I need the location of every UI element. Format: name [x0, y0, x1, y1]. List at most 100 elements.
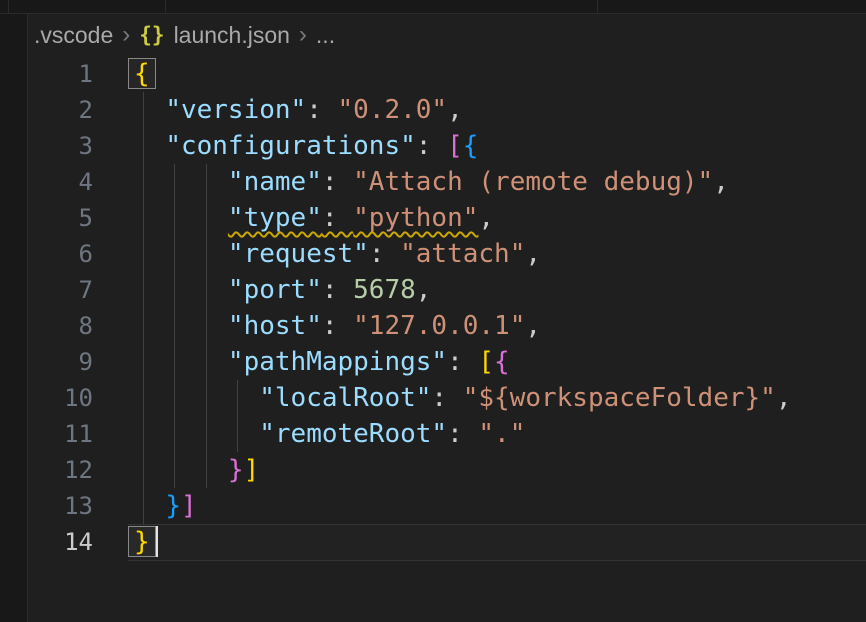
- tab-divider: [165, 0, 166, 13]
- gutter: 1234567891011121314: [28, 56, 93, 560]
- json-file-icon[interactable]: {}: [139, 23, 164, 47]
- breadcrumb-separator-icon: ›: [299, 21, 307, 49]
- token: ]: [244, 455, 260, 485]
- token: ,: [776, 383, 792, 413]
- token: [134, 455, 228, 485]
- token: [134, 419, 259, 449]
- token: [134, 131, 165, 161]
- sidebar-edge: [0, 14, 28, 622]
- code-line-11[interactable]: "remoteRoot": ".": [134, 416, 866, 452]
- code-line-9[interactable]: "pathMappings": [{: [134, 344, 866, 380]
- line-number[interactable]: 12: [28, 452, 93, 488]
- token: 5678: [353, 275, 416, 305]
- warning-token: "type": [228, 203, 322, 233]
- line-number[interactable]: 4: [28, 164, 93, 200]
- token: "remoteRoot": [259, 419, 447, 449]
- line-number[interactable]: 7: [28, 272, 93, 308]
- line-number[interactable]: 13: [28, 488, 93, 524]
- tab-bar: [0, 0, 866, 14]
- token: ,: [713, 167, 729, 197]
- code-line-14[interactable]: }: [134, 524, 866, 560]
- warning-token: "python": [353, 203, 478, 233]
- token: ,: [525, 239, 541, 269]
- token: :: [447, 419, 478, 449]
- token: }: [228, 455, 244, 485]
- token: ,: [416, 275, 432, 305]
- token: [134, 491, 165, 521]
- token: [134, 347, 228, 377]
- token: [134, 167, 228, 197]
- line-number[interactable]: 11: [28, 416, 93, 452]
- code-line-3[interactable]: "configurations": [{: [134, 128, 866, 164]
- text-cursor: [156, 526, 158, 557]
- code-line-1[interactable]: {: [134, 56, 866, 92]
- token: "localRoot": [259, 383, 431, 413]
- code-line-7[interactable]: "port": 5678,: [134, 272, 866, 308]
- token: ".": [478, 419, 525, 449]
- token: }: [165, 491, 181, 521]
- token: "${workspaceFolder}": [463, 383, 776, 413]
- token: [134, 383, 259, 413]
- token: :: [322, 311, 353, 341]
- line-number[interactable]: 10: [28, 380, 93, 416]
- token: :: [306, 95, 337, 125]
- line-number[interactable]: 1: [28, 56, 93, 92]
- token: :: [431, 383, 462, 413]
- token: "request": [228, 239, 369, 269]
- code-line-13[interactable]: }]: [134, 488, 866, 524]
- token: :: [416, 131, 447, 161]
- token: "host": [228, 311, 322, 341]
- token: :: [322, 275, 353, 305]
- editor-pane[interactable]: .vscode›{}launch.json›... 12345678910111…: [28, 14, 866, 622]
- line-number[interactable]: 3: [28, 128, 93, 164]
- code-line-10[interactable]: "localRoot": "${workspaceFolder}",: [134, 380, 866, 416]
- token: {: [494, 347, 510, 377]
- line-number[interactable]: 2: [28, 92, 93, 128]
- tab-divider: [8, 0, 9, 13]
- code-line-12[interactable]: }]: [134, 452, 866, 488]
- breadcrumb-folder[interactable]: .vscode: [34, 22, 113, 49]
- tab-divider: [597, 0, 598, 13]
- token: {: [134, 59, 150, 89]
- token: "configurations": [165, 131, 415, 161]
- token: :: [447, 347, 478, 377]
- token: ,: [525, 311, 541, 341]
- token: "Attach (remote debug)": [353, 167, 713, 197]
- token: [: [447, 131, 463, 161]
- token: "port": [228, 275, 322, 305]
- token: [134, 203, 228, 233]
- breadcrumb-separator-icon: ›: [122, 21, 130, 49]
- token: {: [463, 131, 479, 161]
- token: ,: [447, 95, 463, 125]
- warning-token: :: [322, 203, 353, 233]
- code-line-4[interactable]: "name": "Attach (remote debug)",: [134, 164, 866, 200]
- token: :: [369, 239, 400, 269]
- token: "attach": [400, 239, 525, 269]
- code-line-5[interactable]: "type": "python",: [134, 200, 866, 236]
- breadcrumb-symbol[interactable]: ...: [316, 22, 335, 49]
- warning-squiggle: "type": "python": [228, 203, 478, 233]
- token: "0.2.0": [338, 95, 448, 125]
- breadcrumb-file[interactable]: launch.json: [174, 22, 290, 49]
- line-number[interactable]: 5: [28, 200, 93, 236]
- line-number[interactable]: 14: [28, 524, 93, 560]
- token: [134, 275, 228, 305]
- line-number[interactable]: 6: [28, 236, 93, 272]
- token: ]: [181, 491, 197, 521]
- token: ,: [478, 203, 494, 233]
- token: "name": [228, 167, 322, 197]
- line-number[interactable]: 9: [28, 344, 93, 380]
- token: "version": [165, 95, 306, 125]
- token: :: [322, 167, 353, 197]
- line-number[interactable]: 8: [28, 308, 93, 344]
- code-line-2[interactable]: "version": "0.2.0",: [134, 92, 866, 128]
- code-line-8[interactable]: "host": "127.0.0.1",: [134, 308, 866, 344]
- token: [134, 311, 228, 341]
- code-area[interactable]: { "version": "0.2.0", "configurations": …: [134, 56, 866, 560]
- breadcrumb: .vscode › {} launch.json ›...: [34, 14, 344, 56]
- token: [134, 239, 228, 269]
- token: [134, 95, 165, 125]
- token: "127.0.0.1": [353, 311, 525, 341]
- token: }: [134, 527, 150, 557]
- code-line-6[interactable]: "request": "attach",: [134, 236, 866, 272]
